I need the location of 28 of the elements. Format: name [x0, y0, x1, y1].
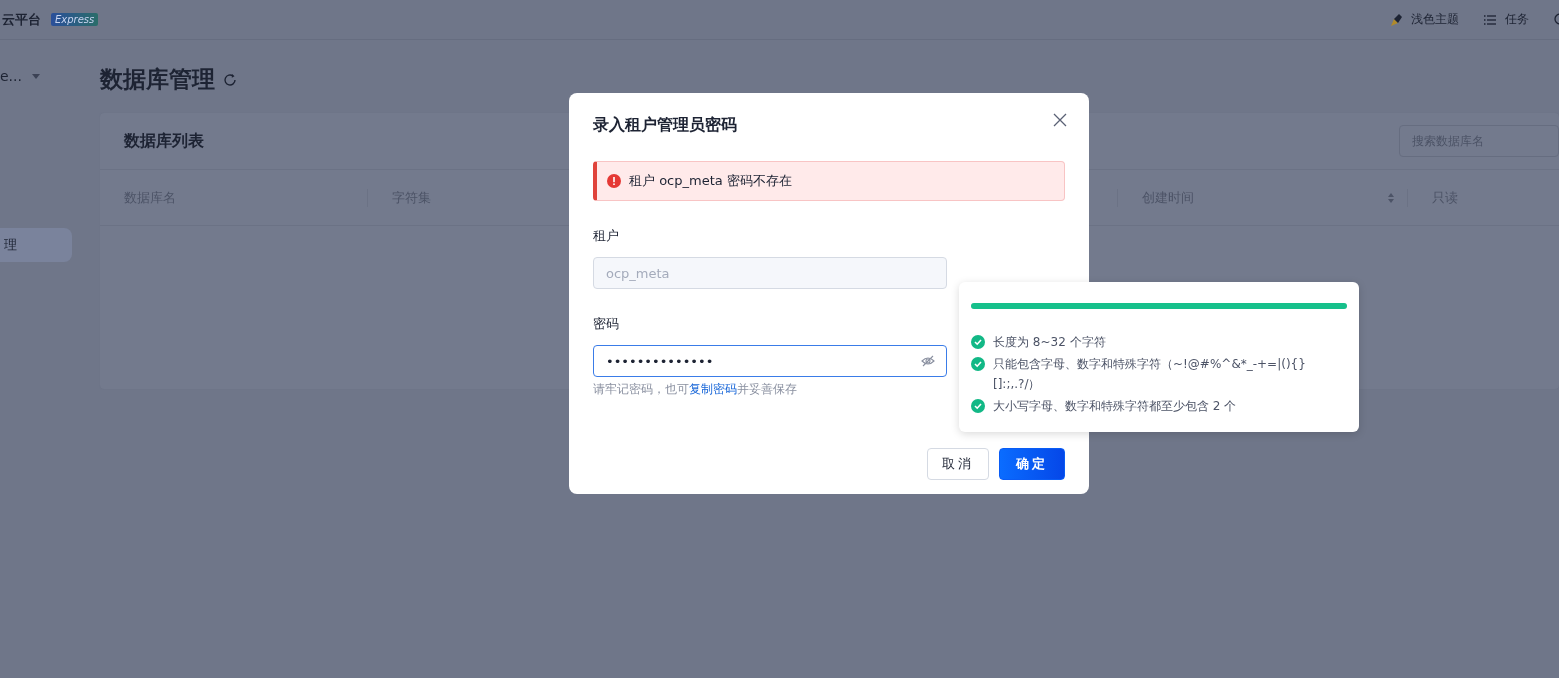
eye-off-icon [921, 355, 935, 367]
close-button[interactable] [1051, 111, 1069, 129]
rule-text: 只能包含字母、数字和特殊字符（~!@#%^&*_-+=|(){}[]:;,.?/） [993, 356, 1307, 393]
sort-icon [1387, 191, 1395, 204]
cluster-switcher[interactable]: e... [0, 68, 52, 84]
password-field[interactable]: •••••••••••••• [593, 345, 947, 377]
list-icon [1483, 12, 1497, 27]
confirm-button[interactable]: 确定 [999, 448, 1065, 480]
cancel-button[interactable]: 取消 [927, 448, 989, 480]
page-title: 数据库管理 [100, 65, 215, 94]
card-title: 数据库列表 [124, 130, 204, 152]
theme-button[interactable]: 浅色主题 [1389, 11, 1459, 28]
rule-text: 长度为 8~32 个字符 [993, 334, 1107, 351]
refresh-icon [223, 72, 237, 87]
tasks-button[interactable]: 任务 [1483, 11, 1529, 28]
close-icon [1053, 113, 1067, 127]
product-name: 云平台 [2, 10, 41, 29]
caret-down-icon [31, 73, 40, 79]
rule-text: 大小写字母、数字和特殊字符都至少包含 2 个 [993, 398, 1238, 415]
field-label: 租户 [593, 227, 620, 245]
error-icon [607, 174, 621, 188]
field-label: 密码 [593, 315, 620, 333]
edition-badge: Express [51, 13, 99, 26]
nav-item[interactable]: 理 [0, 228, 72, 262]
brush-icon [1389, 12, 1403, 27]
copy-password-link[interactable]: 复制密码 [689, 382, 737, 396]
alert-message: 租户 ocp_meta 密码不存在 [629, 172, 792, 190]
dialog-title: 录入租户管理员密码 [593, 114, 737, 136]
